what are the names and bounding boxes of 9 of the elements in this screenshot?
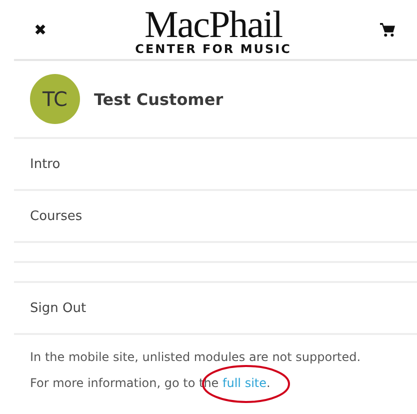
user-name[interactable]: Test Customer [94, 90, 224, 108]
notice-text: In the mobile site, unlisted modules are not supported. [30, 349, 362, 365]
close-icon[interactable]: ✖ [34, 20, 47, 38]
logo[interactable]: MacPhail CENTER FOR MUSIC [135, 8, 292, 56]
menu-item[interactable]: Intro [14, 139, 417, 191]
cart-icon[interactable] [380, 22, 395, 37]
avatar[interactable]: TC [30, 74, 80, 124]
menu-item[interactable]: Courses [14, 191, 417, 243]
menu-item[interactable]: Sign Out [14, 283, 417, 335]
